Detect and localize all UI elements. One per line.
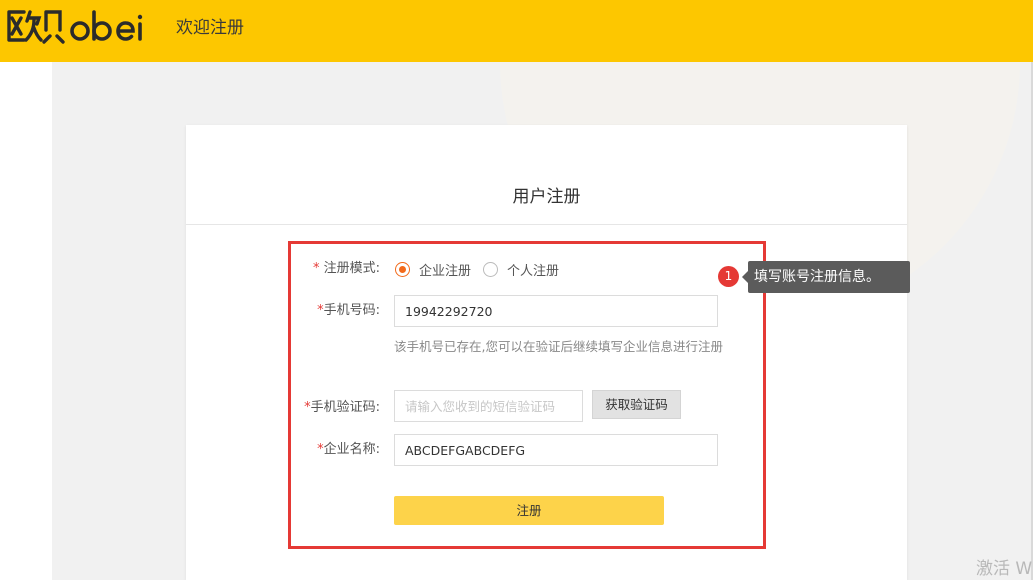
left-margin bbox=[0, 62, 52, 580]
guide-highlight-box bbox=[288, 241, 766, 549]
activation-watermark: 激活 W bbox=[976, 559, 1033, 579]
welcome-title: 欢迎注册 bbox=[176, 18, 244, 38]
obei-logo bbox=[7, 10, 143, 44]
page-title: 用户注册 bbox=[512, 187, 581, 207]
step-badge: 1 bbox=[718, 266, 739, 287]
divider bbox=[186, 224, 907, 225]
top-bar: 欢迎注册 bbox=[0, 0, 1033, 62]
guide-tooltip: 填写账号注册信息。 bbox=[742, 261, 910, 293]
